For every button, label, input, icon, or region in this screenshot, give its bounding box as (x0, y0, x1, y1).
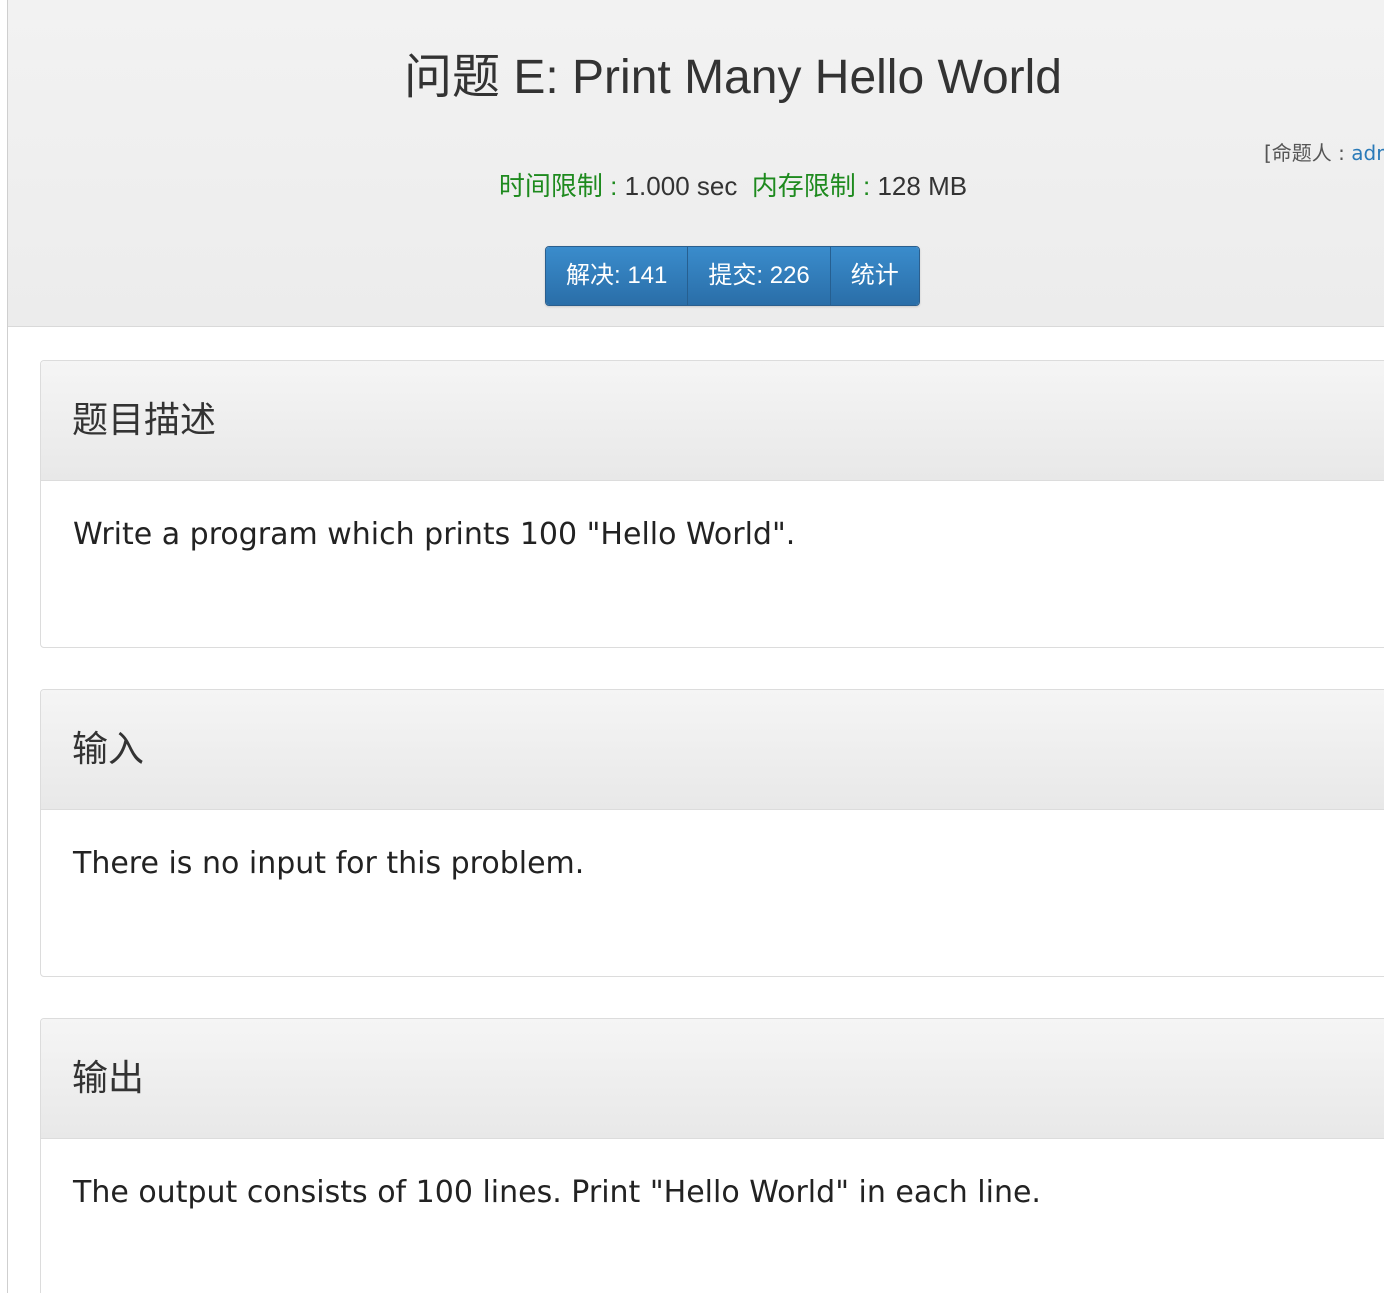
input-panel: 输入 There is no input for this problem. (40, 689, 1384, 977)
description-body: Write a program which prints 100 "Hello … (73, 517, 796, 552)
output-body: The output consists of 100 lines. Print … (73, 1175, 1041, 1210)
input-body: There is no input for this problem. (73, 846, 585, 881)
setter-link[interactable]: adm (1351, 141, 1384, 165)
submitted-button[interactable]: 提交: 226 (688, 247, 831, 305)
problem-header: 问题 E: Print Many Hello World [命题人 : adm … (8, 0, 1384, 327)
memory-limit-label: 内存限制 : (751, 171, 878, 201)
time-limit-label: 时间限制 : (498, 171, 625, 201)
output-title: 输出 (72, 1058, 145, 1099)
solved-button[interactable]: 解决: 141 (546, 247, 689, 305)
problem-page: 问题 E: Print Many Hello World [命题人 : adm … (0, 0, 1384, 1293)
description-panel: 题目描述 Write a program which prints 100 "H… (40, 360, 1384, 648)
description-title: 题目描述 (72, 400, 217, 441)
memory-limit-value: 128 MB (877, 171, 968, 201)
input-heading: 输入 (41, 690, 1384, 810)
description-heading: 题目描述 (41, 361, 1384, 481)
time-limit-value: 1.000 sec (624, 171, 738, 201)
problem-title: 问题 E: Print Many Hello World (404, 51, 1062, 104)
setter-label: [命题人 : (1264, 141, 1352, 165)
stats-button[interactable]: 统计 (830, 247, 919, 305)
output-panel: 输出 The output consists of 100 lines. Pri… (40, 1018, 1384, 1293)
limits-line: 时间限制 : 1.000 sec 内存限制 : 128 MB (8, 168, 1384, 204)
stats-button-group: 解决: 141 提交: 226 统计 (545, 246, 920, 306)
problem-setter: [命题人 : adm (1264, 140, 1384, 166)
output-heading: 输出 (41, 1019, 1384, 1139)
input-title: 输入 (72, 729, 145, 770)
